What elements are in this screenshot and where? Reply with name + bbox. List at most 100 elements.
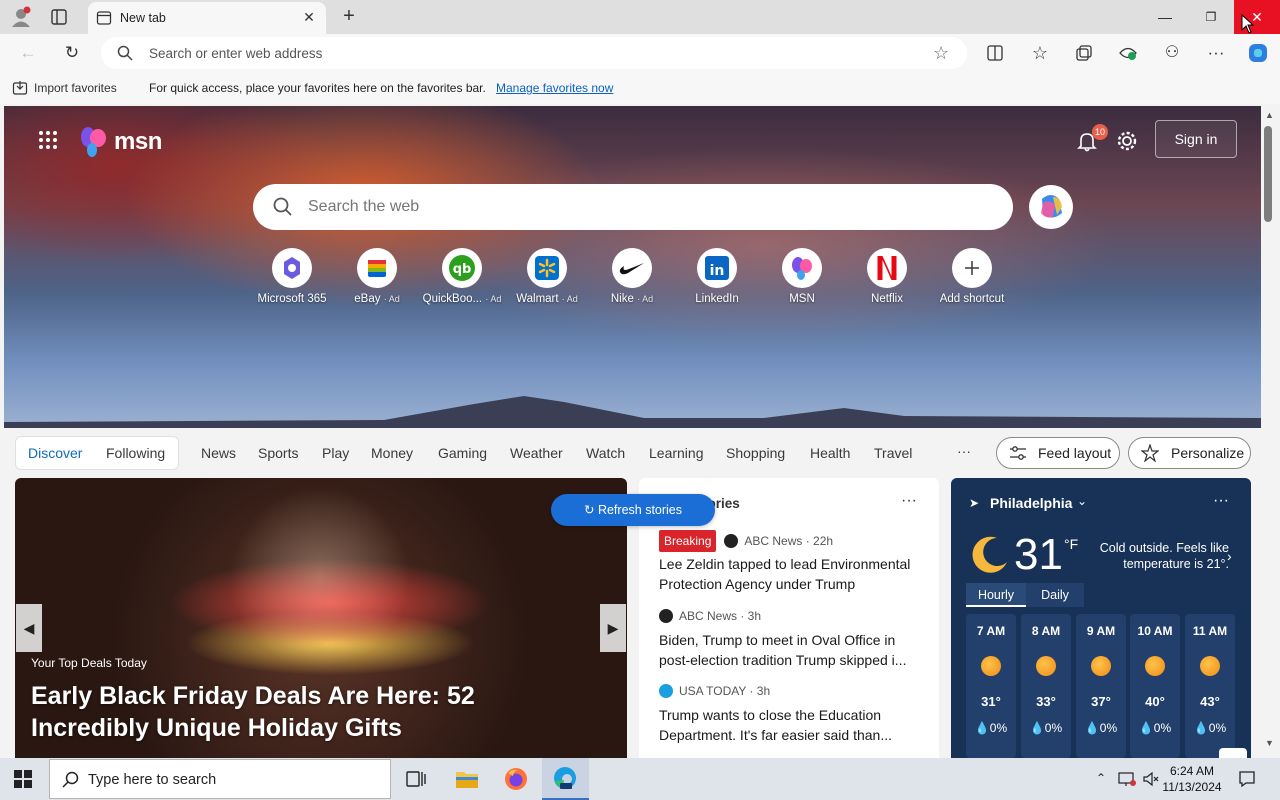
- nav-news[interactable]: News: [201, 445, 236, 461]
- back-icon[interactable]: ←: [14, 40, 42, 66]
- story-item[interactable]: ABC News · 3h Biden, Trump to meet in Ov…: [659, 606, 927, 670]
- windows-start-icon[interactable]: [14, 770, 32, 788]
- apps-grid-icon[interactable]: [38, 130, 58, 150]
- favorites-message: For quick access, place your favorites h…: [149, 81, 486, 95]
- more-options-icon[interactable]: ···: [1202, 40, 1230, 66]
- hour-time: 8 AM: [1031, 624, 1061, 638]
- shortcut-microsoft-365[interactable]: Microsoft 365: [249, 248, 335, 310]
- story-source: Your Top Deals Today: [31, 656, 147, 670]
- taskbar-search-input[interactable]: Type here to search: [49, 759, 391, 799]
- condition-next-icon[interactable]: ›: [1227, 548, 1232, 564]
- edge-beta-taskbar-button[interactable]: [542, 758, 589, 800]
- copilot-icon[interactable]: [1244, 40, 1272, 66]
- scroll-up-icon[interactable]: ▲: [1265, 110, 1274, 120]
- file-explorer-icon[interactable]: [455, 768, 479, 790]
- tab-hourly[interactable]: Hourly: [966, 583, 1026, 607]
- personalize-button[interactable]: Personalize: [1128, 437, 1251, 469]
- favorites-icon[interactable]: ☆: [1026, 40, 1054, 66]
- import-favorites-button[interactable]: Import favorites: [34, 81, 117, 95]
- shortcut-nike[interactable]: Nike · Ad: [589, 248, 675, 310]
- scrollbar-thumb[interactable]: [1264, 126, 1272, 222]
- settings-gear-icon[interactable]: [1116, 130, 1138, 152]
- minimize-button[interactable]: —: [1142, 0, 1188, 34]
- firefox-icon[interactable]: [504, 767, 528, 791]
- feed-layout-button[interactable]: Feed layout: [996, 437, 1120, 469]
- story-item[interactable]: USA TODAY · 3h Trump wants to close the …: [659, 681, 927, 745]
- task-view-icon[interactable]: [405, 769, 427, 789]
- tab-daily[interactable]: Daily: [1026, 583, 1084, 607]
- shortcut-ebay[interactable]: eBay · Ad: [334, 248, 420, 310]
- shortcut-label: LinkedIn: [695, 293, 739, 305]
- search-icon: [117, 45, 133, 61]
- hourly-forecast-item[interactable]: 7 AM 31° 💧0%: [966, 614, 1016, 758]
- microsoft365-icon: [272, 248, 312, 288]
- shortcut-walmart[interactable]: Walmart · Ad: [504, 248, 590, 310]
- nav-learning[interactable]: Learning: [649, 445, 704, 461]
- nav-watch[interactable]: Watch: [586, 445, 625, 461]
- nav-gaming[interactable]: Gaming: [438, 445, 487, 461]
- nav-sports[interactable]: Sports: [258, 445, 298, 461]
- hourly-forecast-item[interactable]: 10 AM 40° 💧0%: [1130, 614, 1180, 758]
- profile-icon[interactable]: [10, 6, 32, 28]
- refresh-stories-button[interactable]: ↻ Refresh stories: [551, 494, 715, 526]
- hour-time: 10 AM: [1137, 624, 1173, 638]
- carousel-next-button[interactable]: ▶: [600, 604, 626, 652]
- tab-following[interactable]: Following: [106, 445, 165, 461]
- hourly-forecast-item[interactable]: 9 AM 37° 💧0%: [1076, 614, 1126, 758]
- hourly-forecast-item[interactable]: 11 AM 43° 💧0%: [1185, 614, 1235, 758]
- nav-play[interactable]: Play: [322, 445, 349, 461]
- featured-story-card[interactable]: ◀ ▶ Your Top Deals Today Early Black Fri…: [15, 478, 627, 758]
- shortcut-label: Netflix: [871, 293, 903, 305]
- close-tab-icon[interactable]: ✕: [300, 8, 318, 26]
- split-screen-icon[interactable]: [981, 40, 1009, 66]
- stories-more-icon[interactable]: ···: [901, 492, 917, 510]
- shortcut-quickbooks[interactable]: qb QuickBoo... · Ad: [419, 248, 505, 310]
- shortcut-msn[interactable]: MSN: [759, 248, 845, 310]
- msn-logo[interactable]: msn: [78, 126, 162, 158]
- story-headline[interactable]: Early Black Friday Deals Are Here: 52 In…: [31, 680, 591, 744]
- open-external-icon[interactable]: ⧉: [1219, 748, 1247, 758]
- browser-essentials-icon[interactable]: [1114, 40, 1142, 66]
- notifications-icon[interactable]: [1238, 770, 1256, 788]
- story-headline: Trump wants to close the Education Depar…: [659, 707, 893, 743]
- refresh-icon[interactable]: ↻: [58, 40, 86, 66]
- favorite-star-icon[interactable]: ☆: [933, 43, 949, 64]
- city-dropdown-icon[interactable]: ⌄: [1077, 494, 1087, 508]
- web-search-input[interactable]: Search the web: [253, 184, 1013, 230]
- manage-favorites-link[interactable]: Manage favorites now: [496, 81, 613, 95]
- new-tab-button[interactable]: +: [338, 5, 360, 27]
- weather-city[interactable]: Philadelphia: [990, 495, 1072, 511]
- hourly-forecast-item[interactable]: 8 AM 33° 💧0%: [1021, 614, 1071, 758]
- sign-in-button[interactable]: Sign in: [1155, 120, 1237, 158]
- story-item[interactable]: Breaking ABC News · 22h Lee Zeldin tapped…: [659, 530, 927, 594]
- extensions-icon[interactable]: ⚇: [1158, 40, 1186, 66]
- nav-more-icon[interactable]: ···: [957, 443, 971, 459]
- carousel-prev-button[interactable]: ◀: [16, 604, 42, 652]
- weather-more-icon[interactable]: ···: [1213, 492, 1229, 510]
- tab-actions-icon[interactable]: [50, 8, 68, 26]
- scroll-down-icon[interactable]: ▼: [1265, 738, 1274, 748]
- system-clock[interactable]: 6:24 AM 11/13/2024: [1160, 763, 1224, 795]
- collections-icon[interactable]: [1070, 40, 1098, 66]
- temperature-unit[interactable]: °F: [1064, 536, 1078, 552]
- nav-money[interactable]: Money: [371, 445, 413, 461]
- tab-discover[interactable]: Discover: [28, 445, 82, 461]
- restore-button[interactable]: ❐: [1188, 0, 1234, 34]
- import-favorites-icon[interactable]: [12, 80, 28, 96]
- nav-weather[interactable]: Weather: [510, 445, 563, 461]
- hero-background: msn 10 Sign in Search the web Microsoft …: [4, 106, 1261, 428]
- shortcut-netflix[interactable]: Netflix: [844, 248, 930, 310]
- sun-icon: [1145, 656, 1165, 676]
- shortcut-add[interactable]: Add shortcut: [929, 248, 1015, 310]
- copilot-button[interactable]: [1029, 185, 1073, 229]
- nav-health[interactable]: Health: [810, 445, 850, 461]
- nav-shopping[interactable]: Shopping: [726, 445, 785, 461]
- network-icon[interactable]: [1118, 771, 1136, 787]
- address-input[interactable]: Search or enter web address ☆: [101, 37, 967, 69]
- shortcut-linkedin[interactable]: in LinkedIn: [674, 248, 760, 310]
- sun-icon: [1036, 656, 1056, 676]
- show-hidden-icons[interactable]: ⌃: [1096, 771, 1106, 785]
- volume-muted-icon[interactable]: [1142, 770, 1160, 788]
- tab-new-tab[interactable]: New tab ✕: [88, 2, 326, 34]
- nav-travel[interactable]: Travel: [874, 445, 912, 461]
